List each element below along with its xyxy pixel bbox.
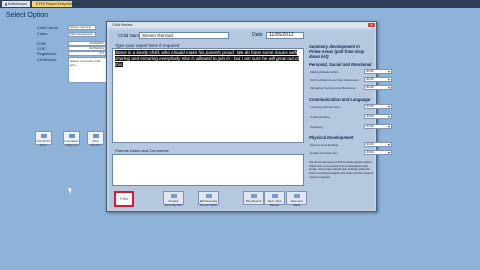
mouse-cursor: [67, 186, 74, 195]
document-icon: [170, 194, 177, 198]
save-icon: [293, 194, 300, 198]
button-label: New EYFS Entry: [36, 139, 51, 147]
close-icon[interactable]: ✕: [368, 23, 375, 27]
selected-report-text: Steve is a lovely child, who should make…: [115, 50, 299, 67]
dialog-title-bar: Child Review: [107, 22, 376, 28]
arrow-right-icon: [271, 194, 278, 198]
level-select[interactable]: 40-60: [364, 114, 392, 119]
item-label: Making Relationships: [310, 70, 339, 74]
dialog-title: Child Review: [112, 23, 133, 27]
item-label: Understanding: [310, 115, 330, 119]
section-heading: Communication and Language: [309, 97, 371, 102]
document-icon: [68, 134, 75, 138]
button-label: Save and Close: [290, 199, 303, 207]
button-label: Next / New Record: [267, 199, 282, 207]
foundation-stage-button[interactable]: Foundation Stage Lat: [63, 131, 80, 147]
guidance-note: The three elements of Prime Areas shown …: [309, 160, 374, 179]
child-name-field[interactable]: Steven Gerrard: [68, 25, 96, 30]
section-heading: Personal, Social and Emotional: [309, 62, 372, 67]
section-heading: Physical Development: [309, 135, 354, 140]
tab-switchboard[interactable]: Switchboard: [2, 1, 30, 7]
child-review-dialog: Child Review ✕ Child Name Steven Gerrard…: [106, 21, 392, 212]
prime-areas-title: Summary development in Prime Areas (pull…: [309, 44, 365, 59]
level-select[interactable]: 40-60: [364, 77, 392, 82]
class-field[interactable]: Miss Hargreaves: [68, 32, 96, 37]
button-label: Edit Summary Doc to Check: [199, 199, 218, 207]
registered-field[interactable]: 1/1: [68, 51, 106, 56]
save-close-button[interactable]: Save and Close: [286, 191, 307, 207]
print-button[interactable]: Print: [114, 191, 134, 207]
dialog-body: Child Name Steven Gerrard Date 11/06/201…: [109, 30, 392, 210]
level-select[interactable]: 40-60: [364, 142, 392, 147]
parents-heading: Parents Notes and Comments: [115, 148, 169, 153]
printer-icon: [92, 134, 99, 138]
date-label: Date: [252, 32, 263, 38]
item-label: Self Confidence and Self Awareness: [310, 78, 359, 82]
parents-notes-textarea[interactable]: [112, 154, 304, 186]
level-select[interactable]: 40-60: [364, 150, 392, 155]
document-icon: [40, 134, 47, 138]
item-label: Moving and Handling: [310, 143, 339, 147]
next-record-button[interactable]: Next / New Record: [264, 191, 285, 207]
level-select[interactable]: 30-50: [364, 85, 392, 90]
level-select[interactable]: 40-60: [364, 124, 392, 129]
item-label: Listening and Attention: [310, 105, 341, 109]
child-name-label: Child Name: [37, 25, 58, 30]
level-select[interactable]: 30-50: [364, 104, 392, 109]
child-name-label: Child Name: [118, 33, 142, 38]
button-label: Print Reports: [90, 139, 101, 147]
document-tab-strip: Switchboard EYFS Report Entry/Amend: [0, 0, 480, 8]
document-icon: [205, 194, 212, 198]
class-label: Class: [37, 31, 48, 36]
item-label: Speaking: [310, 125, 323, 129]
item-label: Health and Self-care: [310, 151, 338, 155]
child-name-field[interactable]: Steven Gerrard: [139, 32, 229, 39]
prepare-summary-button[interactable]: Prepare Summary Doc: [163, 191, 184, 207]
tab-label: Switchboard: [7, 2, 27, 6]
form-icon: [5, 2, 7, 6]
button-label: Prepare Summary Doc: [164, 199, 183, 207]
arrow-left-icon: [250, 194, 257, 198]
childnotes-label: ChildNotes: [37, 57, 57, 62]
new-eyfs-entry-button[interactable]: New EYFS Entry: [35, 131, 52, 147]
edit-summary-button[interactable]: Edit Summary Doc to Check: [198, 191, 219, 207]
button-label: Prev Record: [245, 199, 262, 203]
tab-eyfs-report[interactable]: EYFS Report Entry/Amend: [32, 1, 78, 7]
prev-record-button[interactable]: Prev Record: [243, 191, 264, 205]
childnotes-field[interactable]: Steven is a lovely child who...: [68, 57, 110, 83]
page-title: Select Option: [6, 12, 49, 19]
tab-label: EYFS Report Entry/Amend: [36, 2, 78, 6]
item-label: Managing Feelings and Behaviour: [310, 86, 356, 90]
button-label: Foundation Stage Lat: [64, 139, 79, 147]
report-textarea[interactable]: Steve is a lovely child, who should make…: [112, 48, 304, 143]
date-field[interactable]: 11/06/2012: [266, 32, 304, 39]
registered-label: Registered: [37, 51, 57, 56]
print-reports-button[interactable]: Print Reports: [87, 131, 104, 147]
level-select[interactable]: 40-60: [364, 69, 392, 74]
